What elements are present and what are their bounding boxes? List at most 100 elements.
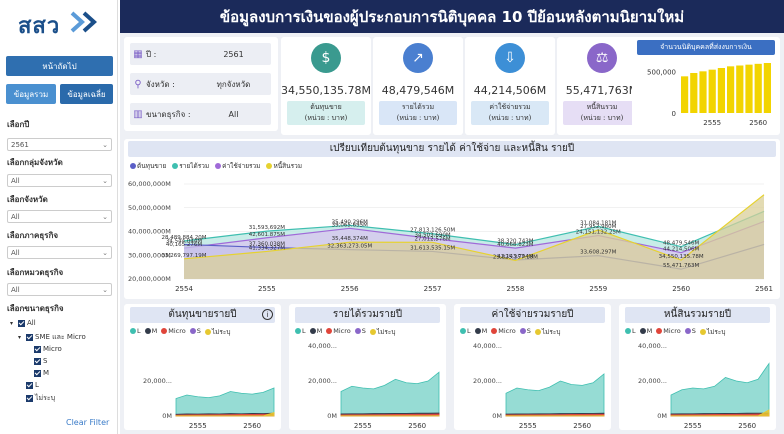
filter-sector-select[interactable]: All ⌄ — [7, 246, 112, 259]
chevron-down-icon: ⌄ — [102, 212, 108, 221]
tree-label: Micro — [43, 345, 62, 353]
checkbox-icon[interactable] — [18, 319, 25, 327]
logo-arrow-icon — [70, 11, 97, 33]
kpi-label: รายได้รวม — [401, 103, 435, 111]
x-tick-label: 2561 — [755, 285, 773, 293]
filter-province-label: เลือกจังหวัด — [7, 195, 48, 204]
tree-label: L — [35, 381, 39, 389]
chevron-down-icon: ⌄ — [102, 285, 108, 294]
kpi-expenses: ⇩ 44,214,506M ค่าใช้จ่ายรวม (หน่วย : บาท) — [465, 37, 555, 135]
x-tick-label: 2556 — [341, 285, 359, 293]
info-value: ทุกจังหวัด — [216, 79, 251, 89]
tree-label: All — [27, 319, 36, 327]
y-tick-label: 20,000... — [473, 377, 502, 385]
mini-bar-title: จำนวนนิติบุคคลที่ส่งงบการเงิน — [637, 40, 775, 55]
tree-item-l[interactable]: L — [26, 381, 39, 389]
filter-sector-label: เลือกภาคธุรกิจ — [7, 231, 59, 240]
info-label: ปี : — [146, 49, 157, 59]
bar-2558 — [736, 65, 744, 113]
small-chart-title: รายได้รวมรายปี — [295, 307, 440, 323]
small-chart-expense: ค่าใช้จ่ายรวมรายปี L M Micro S ไม่ระบุ 40,00… — [454, 304, 611, 430]
area-L — [505, 373, 605, 417]
bar-2556 — [717, 68, 725, 113]
chevron-down-icon: ⌄ — [102, 176, 108, 185]
y-tick-label: 0M — [492, 412, 502, 420]
clear-filter-link[interactable]: Clear Filter — [66, 418, 109, 427]
data-label: 44,214,506M — [663, 247, 699, 253]
checkbox-icon[interactable] — [26, 334, 33, 341]
dashboard-content: ▦ ปี : 2561 ⚲ จังหวัด : ทุกจังหวัด ▥ ขนา… — [120, 33, 784, 434]
mini-bar-panel: จำนวนนิติบุคคลที่ส่งงบการเงิน 500,000 0 25… — [632, 37, 780, 135]
data-label: 31,613,535.15M — [410, 245, 455, 251]
data-label: 31,593,692M — [249, 225, 285, 231]
data-label: 27,012,576M — [414, 236, 450, 242]
filter-province-group-select[interactable]: All ⌄ — [7, 174, 112, 187]
tree-item-unspecified[interactable]: ไม่ระบุ — [26, 393, 55, 404]
kpi-label: ต้นทุนขาย — [310, 103, 342, 111]
data-label: 32,363,273.05M — [327, 244, 372, 250]
data-label: 33,269,797.19M — [162, 253, 207, 259]
money-bag-icon: $ — [311, 43, 341, 73]
tree-label: SME และ Micro — [35, 333, 86, 341]
small-area-chart: 40,000... 20,000... 0M 2555 2560 — [308, 342, 440, 430]
filter-province-select[interactable]: All ⌄ — [7, 210, 112, 223]
y-tick-label: 50,000,000M — [128, 204, 171, 212]
tree-item-sme-micro[interactable]: ▾ SME และ Micro — [18, 332, 86, 343]
tree-label: M — [43, 369, 50, 377]
kpi-label: ค่าใช้จ่ายรวม — [489, 103, 531, 111]
filter-size-label: เลือกขนาดธุรกิจ — [7, 304, 64, 313]
kpi-unit: (หน่วย : บาท) — [488, 114, 532, 122]
x-tick-label: 2560 — [672, 285, 690, 293]
y-tick-label: 40,000... — [308, 342, 337, 350]
checkbox-icon[interactable] — [34, 357, 41, 365]
kpi-unit: (หน่วย : บาท) — [396, 114, 440, 122]
main-chart-title: เปรียบเทียบต้นทุนขาย รายได้ ค่าใช้จ่าย แ… — [128, 141, 776, 157]
area-L — [340, 371, 440, 417]
kpi-label-box: ค่าใช้จ่ายรวม (หน่วย : บาท) — [471, 101, 549, 125]
total-data-button[interactable]: ข้อมูลรวม — [6, 84, 56, 104]
tree-item-s[interactable]: S — [34, 357, 47, 365]
x-tick-label: 2554 — [175, 285, 193, 293]
x-tick-label: 2560 — [243, 422, 261, 430]
collapse-icon: ▾ — [10, 319, 14, 327]
map-pin-icon: ⚲ — [134, 78, 142, 90]
tree-item-micro[interactable]: Micro — [34, 345, 62, 353]
area-L — [175, 387, 275, 417]
bar-2555 — [708, 69, 716, 113]
y-tick-label: 0M — [327, 412, 337, 420]
next-page-button[interactable]: หน้าถัดไป — [6, 56, 113, 76]
tree-item-all[interactable]: ▾ All — [10, 319, 36, 327]
y-tick-label: 20,000... — [308, 377, 337, 385]
chevron-down-icon: ⌄ — [102, 248, 108, 257]
x-tick-label: 2555 — [684, 422, 702, 430]
info-icon[interactable]: i — [262, 309, 273, 320]
checkbox-icon[interactable] — [34, 369, 41, 377]
y-tick-label: 0 — [672, 110, 676, 118]
bar-2557 — [727, 66, 735, 113]
main-chart-panel: เปรียบเทียบต้นทุนขาย รายได้ ค่าใช้จ่าย แ… — [124, 139, 780, 299]
checkbox-icon[interactable] — [26, 381, 33, 389]
small-chart-cost: ต้นทุนขายรายปี i L M Micro S ไม่ระบุ 20,000.… — [124, 304, 281, 430]
tree-item-m[interactable]: M — [34, 369, 49, 377]
small-chart-revenue: รายได้รวมรายปี L M Micro S ไม่ระบุ 40,000...… — [289, 304, 446, 430]
area-L — [670, 362, 770, 417]
x-tick-label: 2560 — [749, 119, 767, 127]
checkbox-icon[interactable] — [26, 395, 33, 402]
page-title: ข้อมูลงบการเงินของผู้ประกอบการนิติบุคคล … — [120, 0, 784, 33]
kpi-revenue: ↗ 48,479,546M รายได้รวม (หน่วย : บาท) — [373, 37, 463, 135]
x-tick-label: 2555 — [189, 422, 207, 430]
x-tick-label: 2555 — [354, 422, 372, 430]
kpi-value: 48,479,546M — [381, 84, 455, 97]
info-size: ▥ ขนาดธุรกิจ : All — [130, 103, 271, 125]
average-data-button[interactable]: ข้อมูลเฉลี่ย — [60, 84, 113, 104]
bar-2554 — [699, 71, 707, 113]
data-label: 39,065.695M — [332, 222, 368, 228]
filter-category-select[interactable]: All ⌄ — [7, 283, 112, 296]
filter-year-select[interactable]: 2561 ⌄ — [7, 138, 112, 151]
data-label: 29,825,357.18M — [493, 254, 538, 260]
kpi-label-box: ต้นทุนขาย (หน่วย : บาท) — [287, 101, 365, 125]
kpi-unit: (หน่วย : บาท) — [304, 114, 348, 122]
x-tick-label: 2555 — [703, 119, 721, 127]
collapse-icon: ▾ — [18, 334, 22, 341]
checkbox-icon[interactable] — [34, 345, 41, 353]
